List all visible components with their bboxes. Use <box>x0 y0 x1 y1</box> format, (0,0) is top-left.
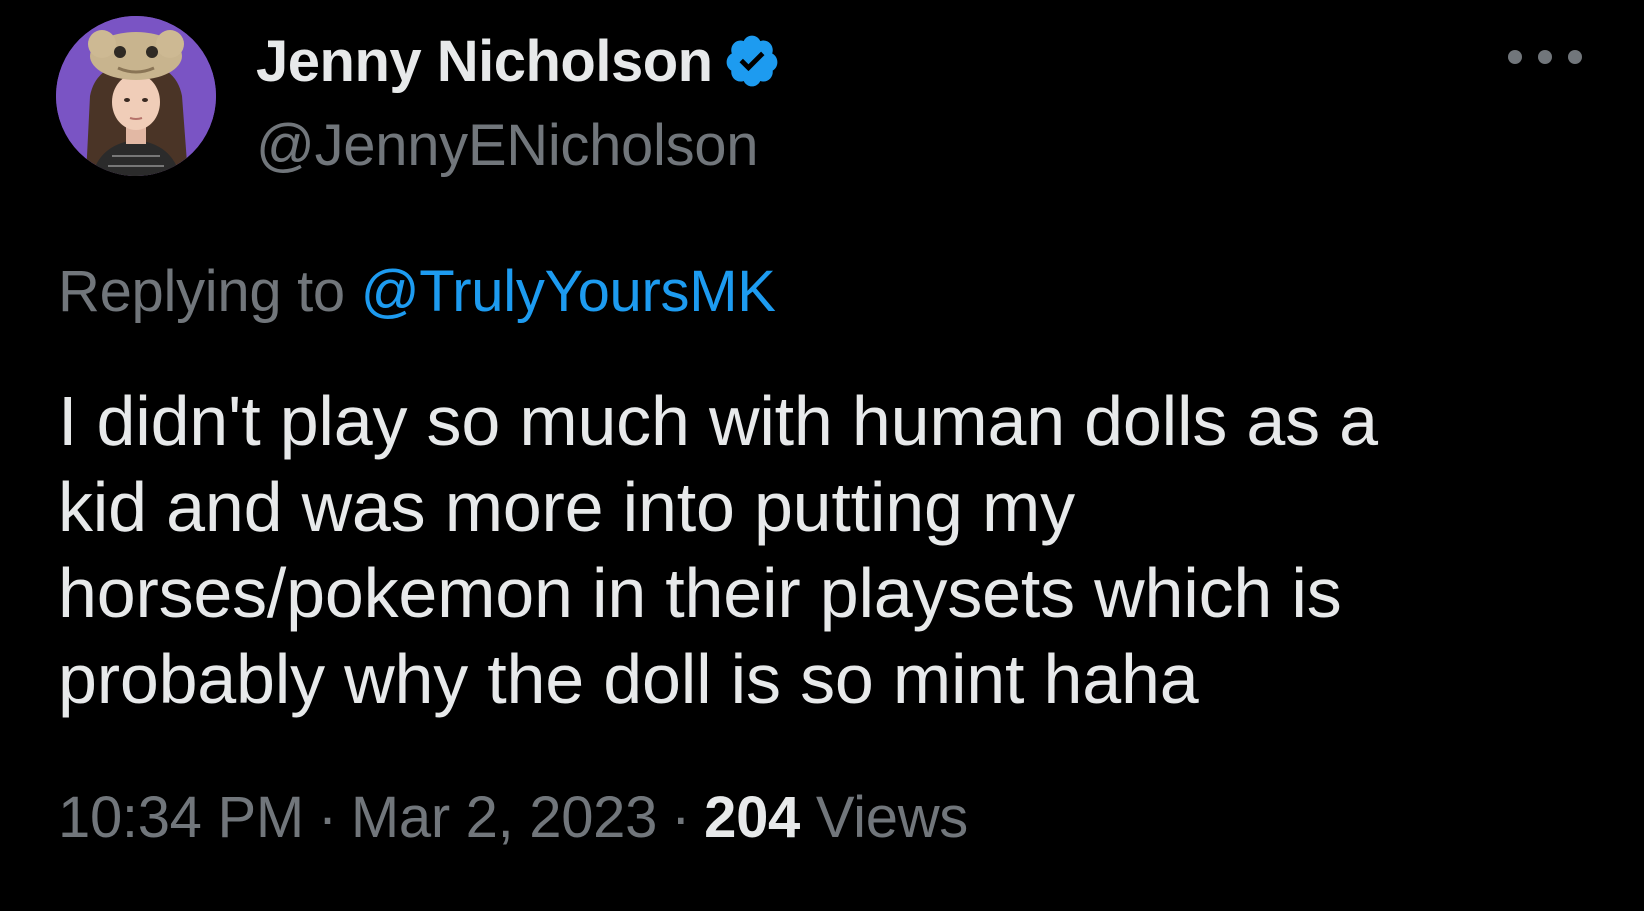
replying-to: Replying to @TrulyYoursMK <box>58 258 776 325</box>
tweet-text-line: probably why the doll is so mint haha <box>58 640 1199 718</box>
tweet-text-line: I didn't play so much with human dolls a… <box>58 382 1378 460</box>
author-handle[interactable]: @JennyENicholson <box>256 112 759 179</box>
verified-badge-icon[interactable] <box>723 32 781 90</box>
display-name[interactable]: Jenny Nicholson <box>256 28 713 95</box>
meta-separator: · <box>317 785 337 850</box>
more-options-icon-dot <box>1568 50 1582 64</box>
tweet-date[interactable]: Mar 2, 2023 <box>351 785 658 850</box>
avatar[interactable] <box>56 16 216 176</box>
views-count: 204 <box>704 785 800 850</box>
replying-prefix: Replying to <box>58 259 345 324</box>
more-options-icon <box>1508 50 1522 64</box>
more-options-button[interactable] <box>1508 42 1582 72</box>
tweet-text-line: kid and was more into putting my <box>58 468 1075 546</box>
views-label: Views <box>815 785 968 850</box>
tweet-time[interactable]: 10:34 PM <box>58 785 304 850</box>
avatar-image <box>56 16 216 176</box>
tweet-meta: 10:34 PM · Mar 2, 2023 · 204 Views <box>58 784 968 851</box>
tweet-text: I didn't play so much with human dolls a… <box>58 378 1578 722</box>
tweet-text-line: horses/pokemon in their playsets which i… <box>58 554 1342 632</box>
more-options-icon-dot <box>1538 50 1552 64</box>
meta-separator: · <box>671 785 691 850</box>
reply-mention-link[interactable]: @TrulyYoursMK <box>361 259 776 324</box>
author-row: Jenny Nicholson <box>256 26 781 96</box>
tweet-detail: Jenny Nicholson @JennyENicholson Replyin… <box>0 0 1644 911</box>
